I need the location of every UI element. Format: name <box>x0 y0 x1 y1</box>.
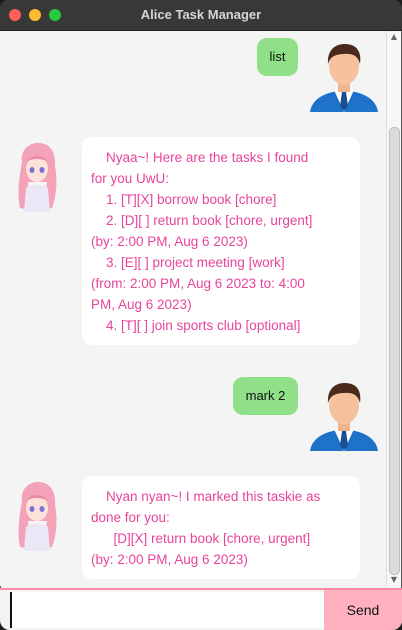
bot-message-line: 1. [T][X] borrow book [chore] <box>91 192 277 207</box>
user-message-text: mark 2 <box>245 388 286 403</box>
user-message-bubble: list <box>257 38 298 76</box>
bot-message-bubble: Nyaa~! Here are the tasks I found for yo… <box>82 137 360 345</box>
vertical-scrollbar[interactable]: ▲ ▼ <box>386 31 401 586</box>
app-window: Alice Task Manager list Nyaa~! Here are … <box>0 0 402 630</box>
chat-scroll-pane[interactable]: list Nyaa~! Here are the tasks I found f… <box>0 31 386 586</box>
bot-message-line: for you UwU: <box>91 171 170 186</box>
message-input[interactable] <box>10 592 324 628</box>
user-avatar-icon <box>310 44 378 112</box>
user-message-text: list <box>269 49 286 64</box>
bot-message-line: PM, Aug 6 2023) <box>91 297 192 312</box>
user-avatar-icon <box>310 383 378 451</box>
send-button[interactable]: Send <box>324 590 402 630</box>
bot-message-line: [D][X] return book [chore, urgent] <box>91 531 311 546</box>
bot-avatar-icon <box>18 142 57 212</box>
bot-message-line: (from: 2:00 PM, Aug 6 2023 to: 4:00 <box>91 276 305 291</box>
bot-message-line: 3. [E][ ] project meeting [work] <box>91 255 285 270</box>
input-bar: Send <box>0 588 402 630</box>
bot-message-line: (by: 2:00 PM, Aug 6 2023) <box>91 234 248 249</box>
bot-message-line: 4. [T][ ] join sports club [optional] <box>91 318 301 333</box>
title-bar: Alice Task Manager <box>0 0 402 31</box>
scroll-up-arrow-icon[interactable]: ▲ <box>387 31 401 43</box>
user-message-bubble: mark 2 <box>233 377 298 415</box>
bot-message-line: Nyan nyan~! I marked this taskie as <box>91 489 321 504</box>
scrollbar-thumb[interactable] <box>389 127 400 575</box>
bot-avatar-icon <box>18 481 57 551</box>
bot-message-line: Nyaa~! Here are the tasks I found <box>91 150 309 165</box>
bot-message-line: 2. [D][ ] return book [chore, urgent] <box>91 213 313 228</box>
bot-message-line: done for you: <box>91 510 170 525</box>
scroll-down-arrow-icon[interactable]: ▼ <box>387 574 401 586</box>
bot-message-line: (by: 2:00 PM, Aug 6 2023) <box>91 552 248 567</box>
bot-message-bubble: Nyan nyan~! I marked this taskie as done… <box>82 476 360 579</box>
window-title: Alice Task Manager <box>140 7 262 22</box>
